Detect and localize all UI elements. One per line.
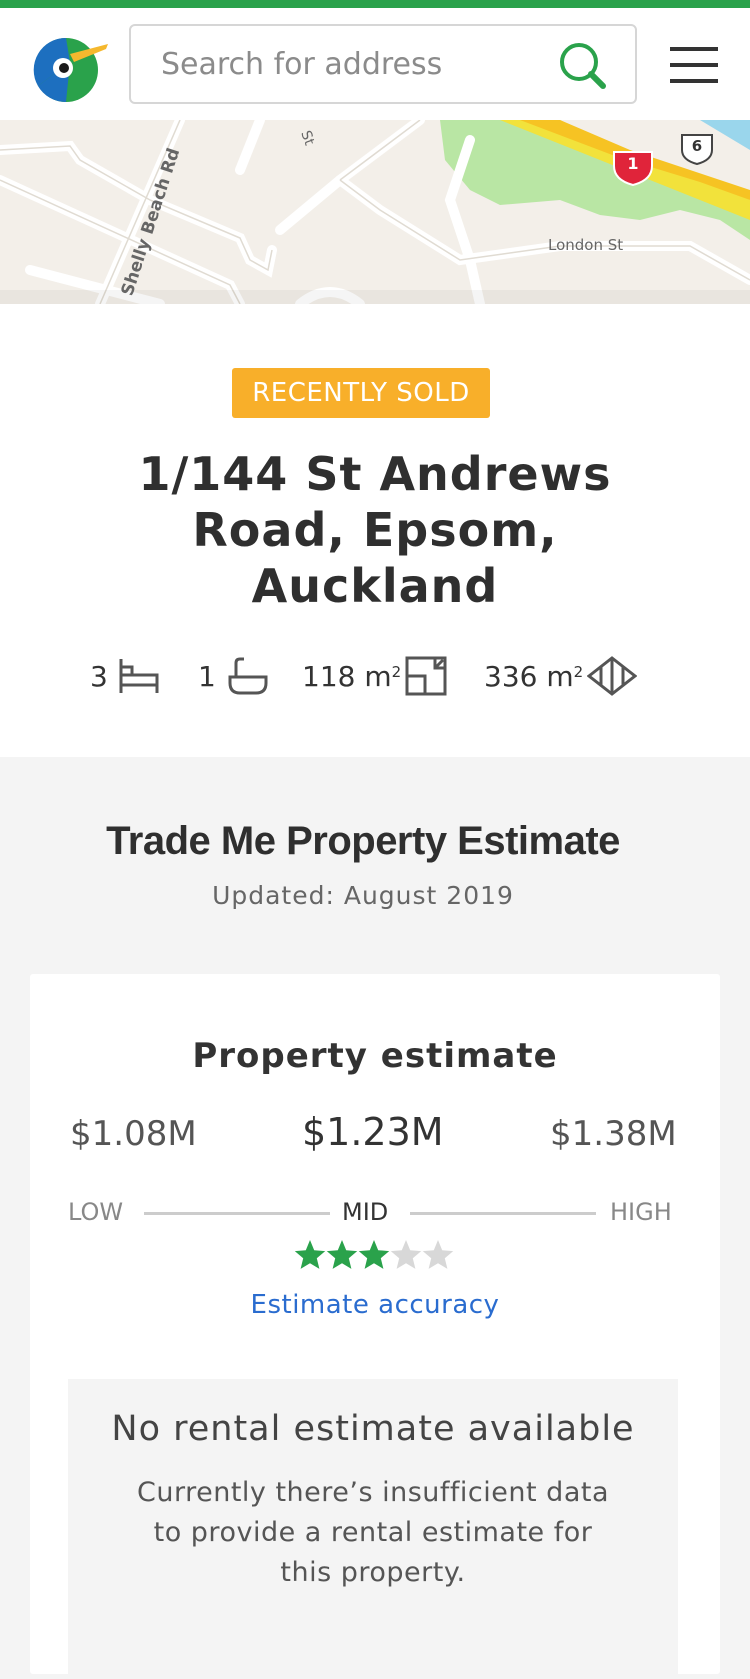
search-box[interactable]: [129, 24, 637, 104]
scale-line-right: [410, 1212, 596, 1215]
low-label: LOW: [68, 1198, 124, 1226]
property-summary: RECENTLY SOLD 1/144 St Andrews Road, Eps…: [0, 304, 750, 757]
property-features: 3 1 118 m2 336 m2: [0, 652, 750, 700]
search-input[interactable]: [161, 44, 541, 84]
brand-top-bar: [0, 0, 750, 8]
map-label-london-st: London St: [548, 236, 624, 254]
star-filled-icon: [294, 1240, 326, 1269]
low-estimate-value: $1.08M: [70, 1114, 197, 1154]
scale-line-left: [144, 1212, 330, 1215]
floor-plan-icon: [405, 656, 447, 696]
bed-icon: [119, 659, 159, 693]
status-badge: RECENTLY SOLD: [232, 368, 490, 418]
property-estimate-card: Property estimate $1.08M $1.23M $1.38M L…: [30, 974, 720, 1679]
estimate-section: Trade Me Property Estimate Updated: Augu…: [0, 757, 750, 1679]
land-area-icon: [587, 656, 638, 696]
star-filled-icon: [358, 1240, 390, 1269]
search-icon[interactable]: [557, 40, 609, 92]
estimate-accuracy-link[interactable]: Estimate accuracy: [30, 1290, 720, 1320]
bath-icon: [228, 657, 268, 695]
bathrooms-feature: 1: [198, 652, 270, 700]
estimate-updated-date: Updated: August 2019: [212, 881, 514, 910]
star-empty-icon: [390, 1240, 422, 1269]
mid-label: MID: [342, 1198, 389, 1226]
accuracy-stars: [294, 1240, 454, 1269]
bedrooms-count: 3: [90, 659, 108, 693]
floor-area-unit-sup: 2: [391, 663, 402, 681]
mid-estimate-value: $1.23M: [302, 1110, 444, 1154]
route-number: 6: [691, 137, 703, 155]
route-badge: 6: [679, 132, 715, 166]
high-label: HIGH: [610, 1198, 672, 1226]
land-area-value: 336 m: [484, 659, 574, 693]
land-area-feature: 336 m2: [484, 652, 638, 700]
floor-area-value: 118 m: [302, 659, 392, 693]
app-header: [0, 8, 750, 120]
state-highway-number: 1: [627, 154, 639, 173]
card-title: Property estimate: [192, 1036, 558, 1076]
high-estimate-value: $1.38M: [550, 1114, 677, 1154]
rental-estimate-title: No rental estimate available: [111, 1409, 635, 1449]
rental-estimate-box: No rental estimate available Currently t…: [68, 1379, 678, 1679]
floor-area-feature: 118 m2: [302, 652, 447, 700]
property-address: 1/144 St Andrews Road, Epsom, Auckland: [138, 447, 612, 613]
star-empty-icon: [422, 1240, 454, 1269]
rental-estimate-text: Currently there’s insufficient data to p…: [137, 1477, 609, 1588]
bedrooms-feature: 3: [90, 652, 160, 700]
kiwi-bird-logo-icon[interactable]: [30, 32, 110, 102]
land-area-unit-sup: 2: [573, 663, 584, 681]
star-filled-icon: [326, 1240, 358, 1269]
location-map[interactable]: Shelly Beach Rd London St St 1 6: [0, 120, 750, 304]
hamburger-menu-icon[interactable]: [668, 44, 720, 86]
estimate-section-title: Trade Me Property Estimate: [106, 819, 620, 863]
state-highway-badge: 1: [612, 148, 654, 187]
bathrooms-count: 1: [198, 659, 216, 693]
